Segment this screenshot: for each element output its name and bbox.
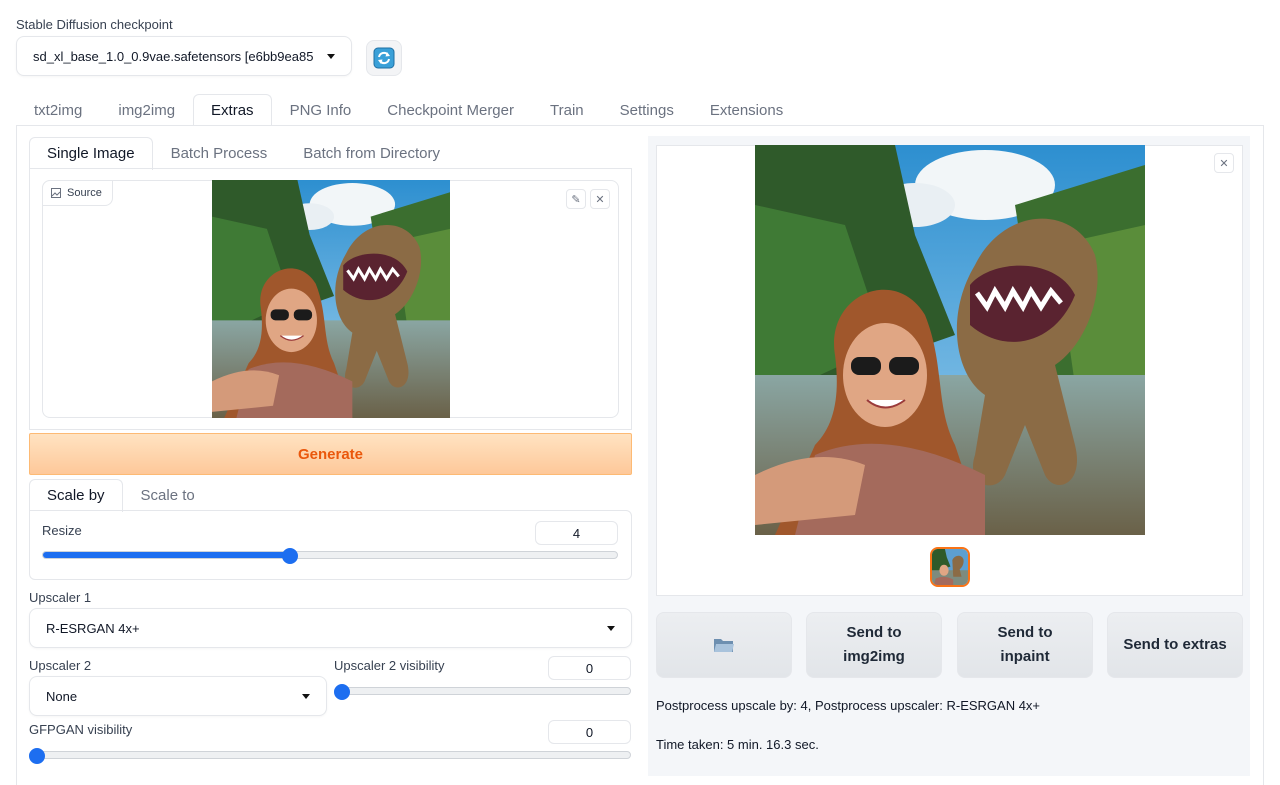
- close-gallery-button[interactable]: ✕: [1214, 153, 1234, 173]
- resize-slider-fill: [43, 552, 290, 558]
- chevron-down-icon: [607, 625, 615, 631]
- extras-sub-tabs: Single Image Batch Process Batch from Di…: [29, 137, 458, 170]
- tab-single-image[interactable]: Single Image: [29, 137, 153, 170]
- edit-source-button[interactable]: ✎: [566, 189, 586, 209]
- source-image: [212, 180, 450, 418]
- generate-button[interactable]: Generate: [29, 433, 632, 475]
- scale-tabs: Scale by Scale to: [29, 479, 213, 512]
- upscaler1-label: Upscaler 1: [29, 590, 92, 605]
- upscaler2-label: Upscaler 2: [29, 658, 92, 673]
- upscaler2-visibility-slider-thumb[interactable]: [334, 684, 350, 700]
- tab-batch-process[interactable]: Batch Process: [153, 137, 286, 169]
- upscaler2-dropdown[interactable]: None: [29, 676, 327, 716]
- refresh-checkpoint-button[interactable]: [366, 40, 402, 76]
- open-folder-button[interactable]: [656, 612, 792, 678]
- refresh-icon: [373, 47, 395, 69]
- source-label: Source: [67, 187, 102, 199]
- tab-batch-from-directory[interactable]: Batch from Directory: [285, 137, 458, 169]
- chevron-down-icon: [327, 53, 335, 59]
- clear-source-button[interactable]: ✕: [590, 189, 610, 209]
- gfpgan-visibility-slider-track[interactable]: [29, 751, 631, 759]
- upscaler1-value: R-ESRGAN 4x+: [46, 620, 140, 636]
- send-to-inpaint-button[interactable]: Send to inpaint: [957, 612, 1093, 678]
- gfpgan-visibility-input[interactable]: 0: [548, 720, 631, 744]
- upscaler2-value: None: [46, 688, 78, 704]
- tab-scale-to[interactable]: Scale to: [123, 479, 213, 511]
- resize-label: Resize: [42, 523, 82, 538]
- tab-extras[interactable]: Extras: [193, 94, 272, 127]
- resize-slider-track[interactable]: [42, 551, 618, 559]
- tab-scale-by[interactable]: Scale by: [29, 479, 123, 512]
- tab-train[interactable]: Train: [532, 94, 602, 126]
- tab-settings[interactable]: Settings: [602, 94, 692, 126]
- close-icon: ✕: [595, 193, 605, 206]
- tab-img2img[interactable]: img2img: [100, 94, 193, 126]
- send-to-img2img-button[interactable]: Send to img2img: [806, 612, 942, 678]
- resize-input[interactable]: 4: [535, 521, 618, 545]
- checkpoint-value: sd_xl_base_1.0_0.9vae.safetensors [e6bb9…: [33, 48, 314, 64]
- image-icon: [51, 188, 61, 198]
- checkpoint-label: Stable Diffusion checkpoint: [16, 17, 173, 32]
- tab-checkpoint-merger[interactable]: Checkpoint Merger: [369, 94, 532, 126]
- tab-extensions[interactable]: Extensions: [692, 94, 801, 126]
- tab-png-info[interactable]: PNG Info: [272, 94, 370, 126]
- main-tabs: txt2img img2img Extras PNG Info Checkpoi…: [16, 94, 801, 127]
- pencil-icon: ✎: [571, 193, 581, 206]
- gfpgan-visibility-label: GFPGAN visibility: [29, 722, 133, 737]
- upscaler2-visibility-slider-track[interactable]: [334, 687, 631, 695]
- close-icon: ✕: [1219, 157, 1229, 170]
- upscaler2-visibility-label: Upscaler 2 visibility: [334, 658, 445, 673]
- folder-icon: [714, 639, 734, 652]
- upscaler1-dropdown[interactable]: R-ESRGAN 4x+: [29, 608, 632, 648]
- time-taken: Time taken: 5 min. 16.3 sec.: [656, 737, 819, 752]
- resize-slider-thumb[interactable]: [282, 548, 298, 564]
- gallery-thumbnail[interactable]: [930, 547, 970, 587]
- gfpgan-visibility-slider-thumb[interactable]: [29, 748, 45, 764]
- source-label-tag: Source: [42, 180, 113, 206]
- checkpoint-dropdown[interactable]: sd_xl_base_1.0_0.9vae.safetensors [e6bb9…: [16, 36, 352, 76]
- tab-txt2img[interactable]: txt2img: [16, 94, 100, 126]
- send-to-extras-button[interactable]: Send to extras: [1107, 612, 1243, 678]
- output-image[interactable]: [755, 145, 1145, 535]
- chevron-down-icon: [302, 693, 310, 699]
- generation-info: Postprocess upscale by: 4, Postprocess u…: [656, 698, 1041, 713]
- upscaler2-visibility-input[interactable]: 0: [548, 656, 631, 680]
